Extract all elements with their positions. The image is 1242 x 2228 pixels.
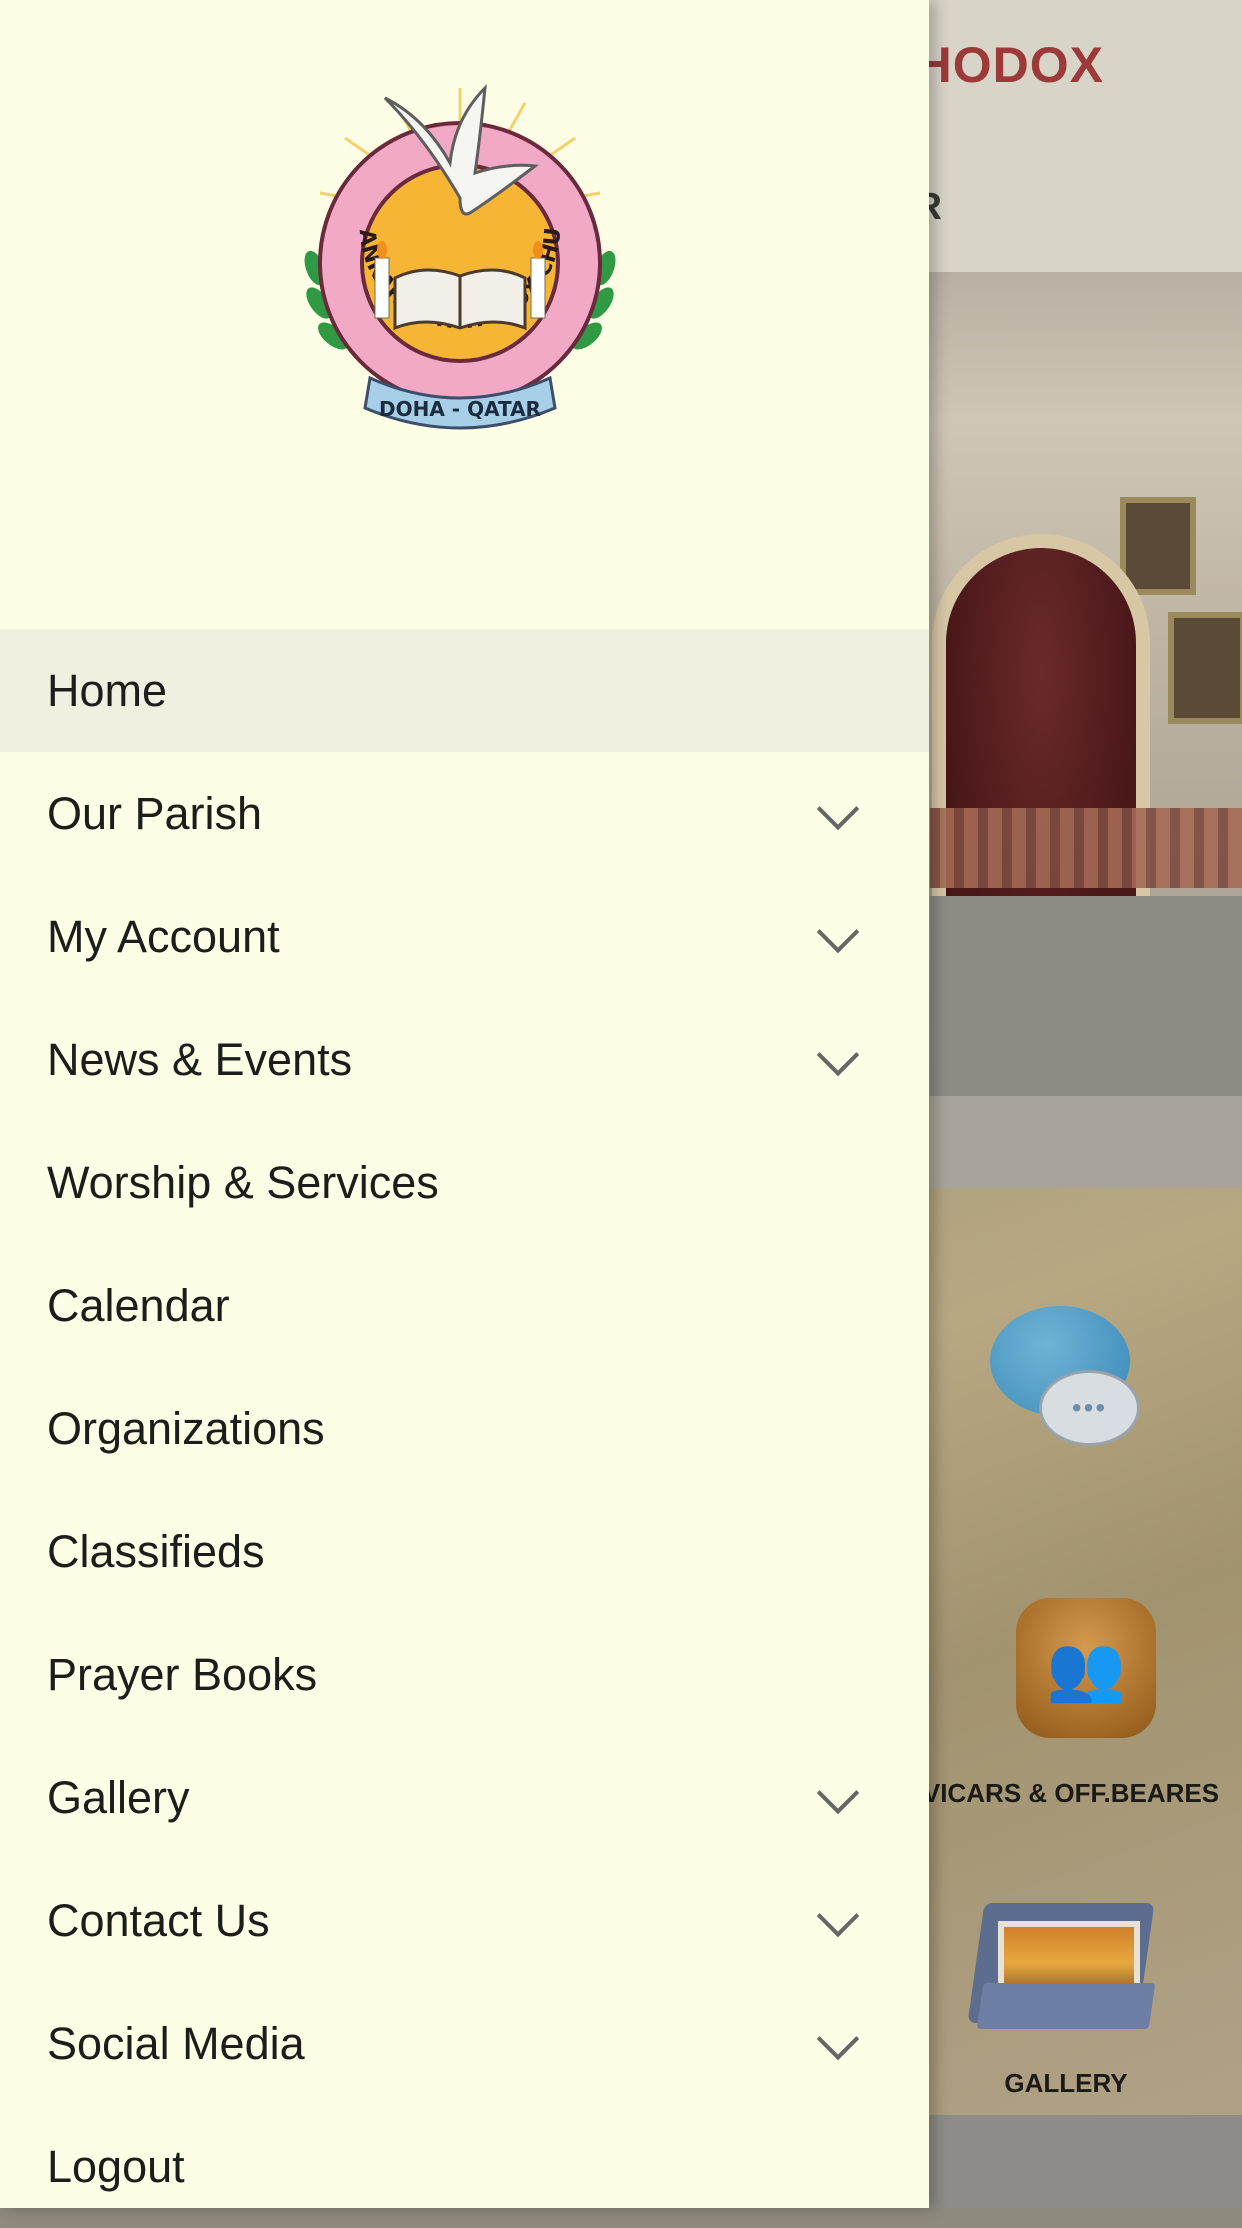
menu-item-label: Home: [47, 664, 168, 716]
menu-item-label: Contact Us: [47, 1894, 270, 1946]
menu-item-logout[interactable]: Logout: [0, 2105, 929, 2228]
menu-item-label: Organizations: [47, 1402, 325, 1454]
tile-label: VICARS & OFF.BEARES: [922, 1778, 1220, 1808]
tile-vicars[interactable]: 👥 VICARS & OFF.BEARES: [923, 1598, 1242, 1808]
menu-item-label: My Account: [47, 910, 280, 962]
menu-item-label: Calendar: [47, 1279, 230, 1331]
menu-item-our-parish[interactable]: Our Parish: [0, 752, 929, 875]
chevron-down-icon[interactable]: [816, 787, 860, 830]
photo-folder-icon: [967, 1883, 1156, 2033]
menu-item-organizations[interactable]: Organizations: [0, 1367, 929, 1490]
menu-item-label: Our Parish: [47, 787, 263, 839]
menu-item-news-events[interactable]: News & Events: [0, 998, 929, 1121]
drawer-menu: Home Our Parish My Account News & Events…: [0, 629, 929, 2228]
chat-bubbles-icon: •••: [990, 1306, 1140, 1446]
tile-label: GALLERY: [1004, 2068, 1128, 2098]
menu-item-label: News & Events: [47, 1033, 353, 1085]
menu-item-gallery[interactable]: Gallery: [0, 1736, 929, 1859]
chevron-down-icon[interactable]: [816, 2017, 860, 2060]
menu-item-worship-services[interactable]: Worship & Services: [0, 1121, 929, 1244]
menu-item-label: Prayer Books: [47, 1648, 318, 1700]
altar-rail: [930, 808, 1242, 888]
chevron-down-icon[interactable]: [816, 1894, 860, 1937]
menu-item-my-account[interactable]: My Account: [0, 875, 929, 998]
menu-item-label: Logout: [47, 2140, 185, 2192]
logo-banner-text: DOHA - QATAR: [379, 397, 541, 421]
people-group-icon: 👥: [1016, 1598, 1156, 1738]
menu-item-label: Worship & Services: [47, 1156, 439, 1208]
tile-gallery[interactable]: GALLERY: [967, 1883, 1156, 2103]
menu-item-home[interactable]: Home: [0, 629, 929, 752]
church-logo: MALANKARA ORTHODOX CHURCH DOHA - QATAR: [275, 78, 616, 430]
chevron-down-icon[interactable]: [816, 1033, 860, 1076]
altar-floor: [930, 896, 1242, 1096]
menu-item-social-media[interactable]: Social Media: [0, 1982, 929, 2105]
chevron-down-icon[interactable]: [816, 910, 860, 953]
menu-item-label: Social Media: [47, 2017, 305, 2069]
tile-chat[interactable]: ••• CHAT: [985, 1306, 1145, 1636]
menu-item-contact-us[interactable]: Contact Us: [0, 1859, 929, 1982]
menu-item-label: Classifieds: [47, 1525, 265, 1577]
icon-painting: [1120, 497, 1196, 595]
navigation-drawer: MALANKARA ORTHODOX CHURCH DOHA - QATAR H…: [0, 0, 929, 2208]
menu-item-calendar[interactable]: Calendar: [0, 1244, 929, 1367]
icon-painting: [1168, 612, 1242, 724]
menu-item-classifieds[interactable]: Classifieds: [0, 1490, 929, 1613]
chevron-down-icon[interactable]: [816, 1771, 860, 1814]
menu-item-label: Gallery: [47, 1771, 190, 1823]
menu-item-prayer-books[interactable]: Prayer Books: [0, 1613, 929, 1736]
